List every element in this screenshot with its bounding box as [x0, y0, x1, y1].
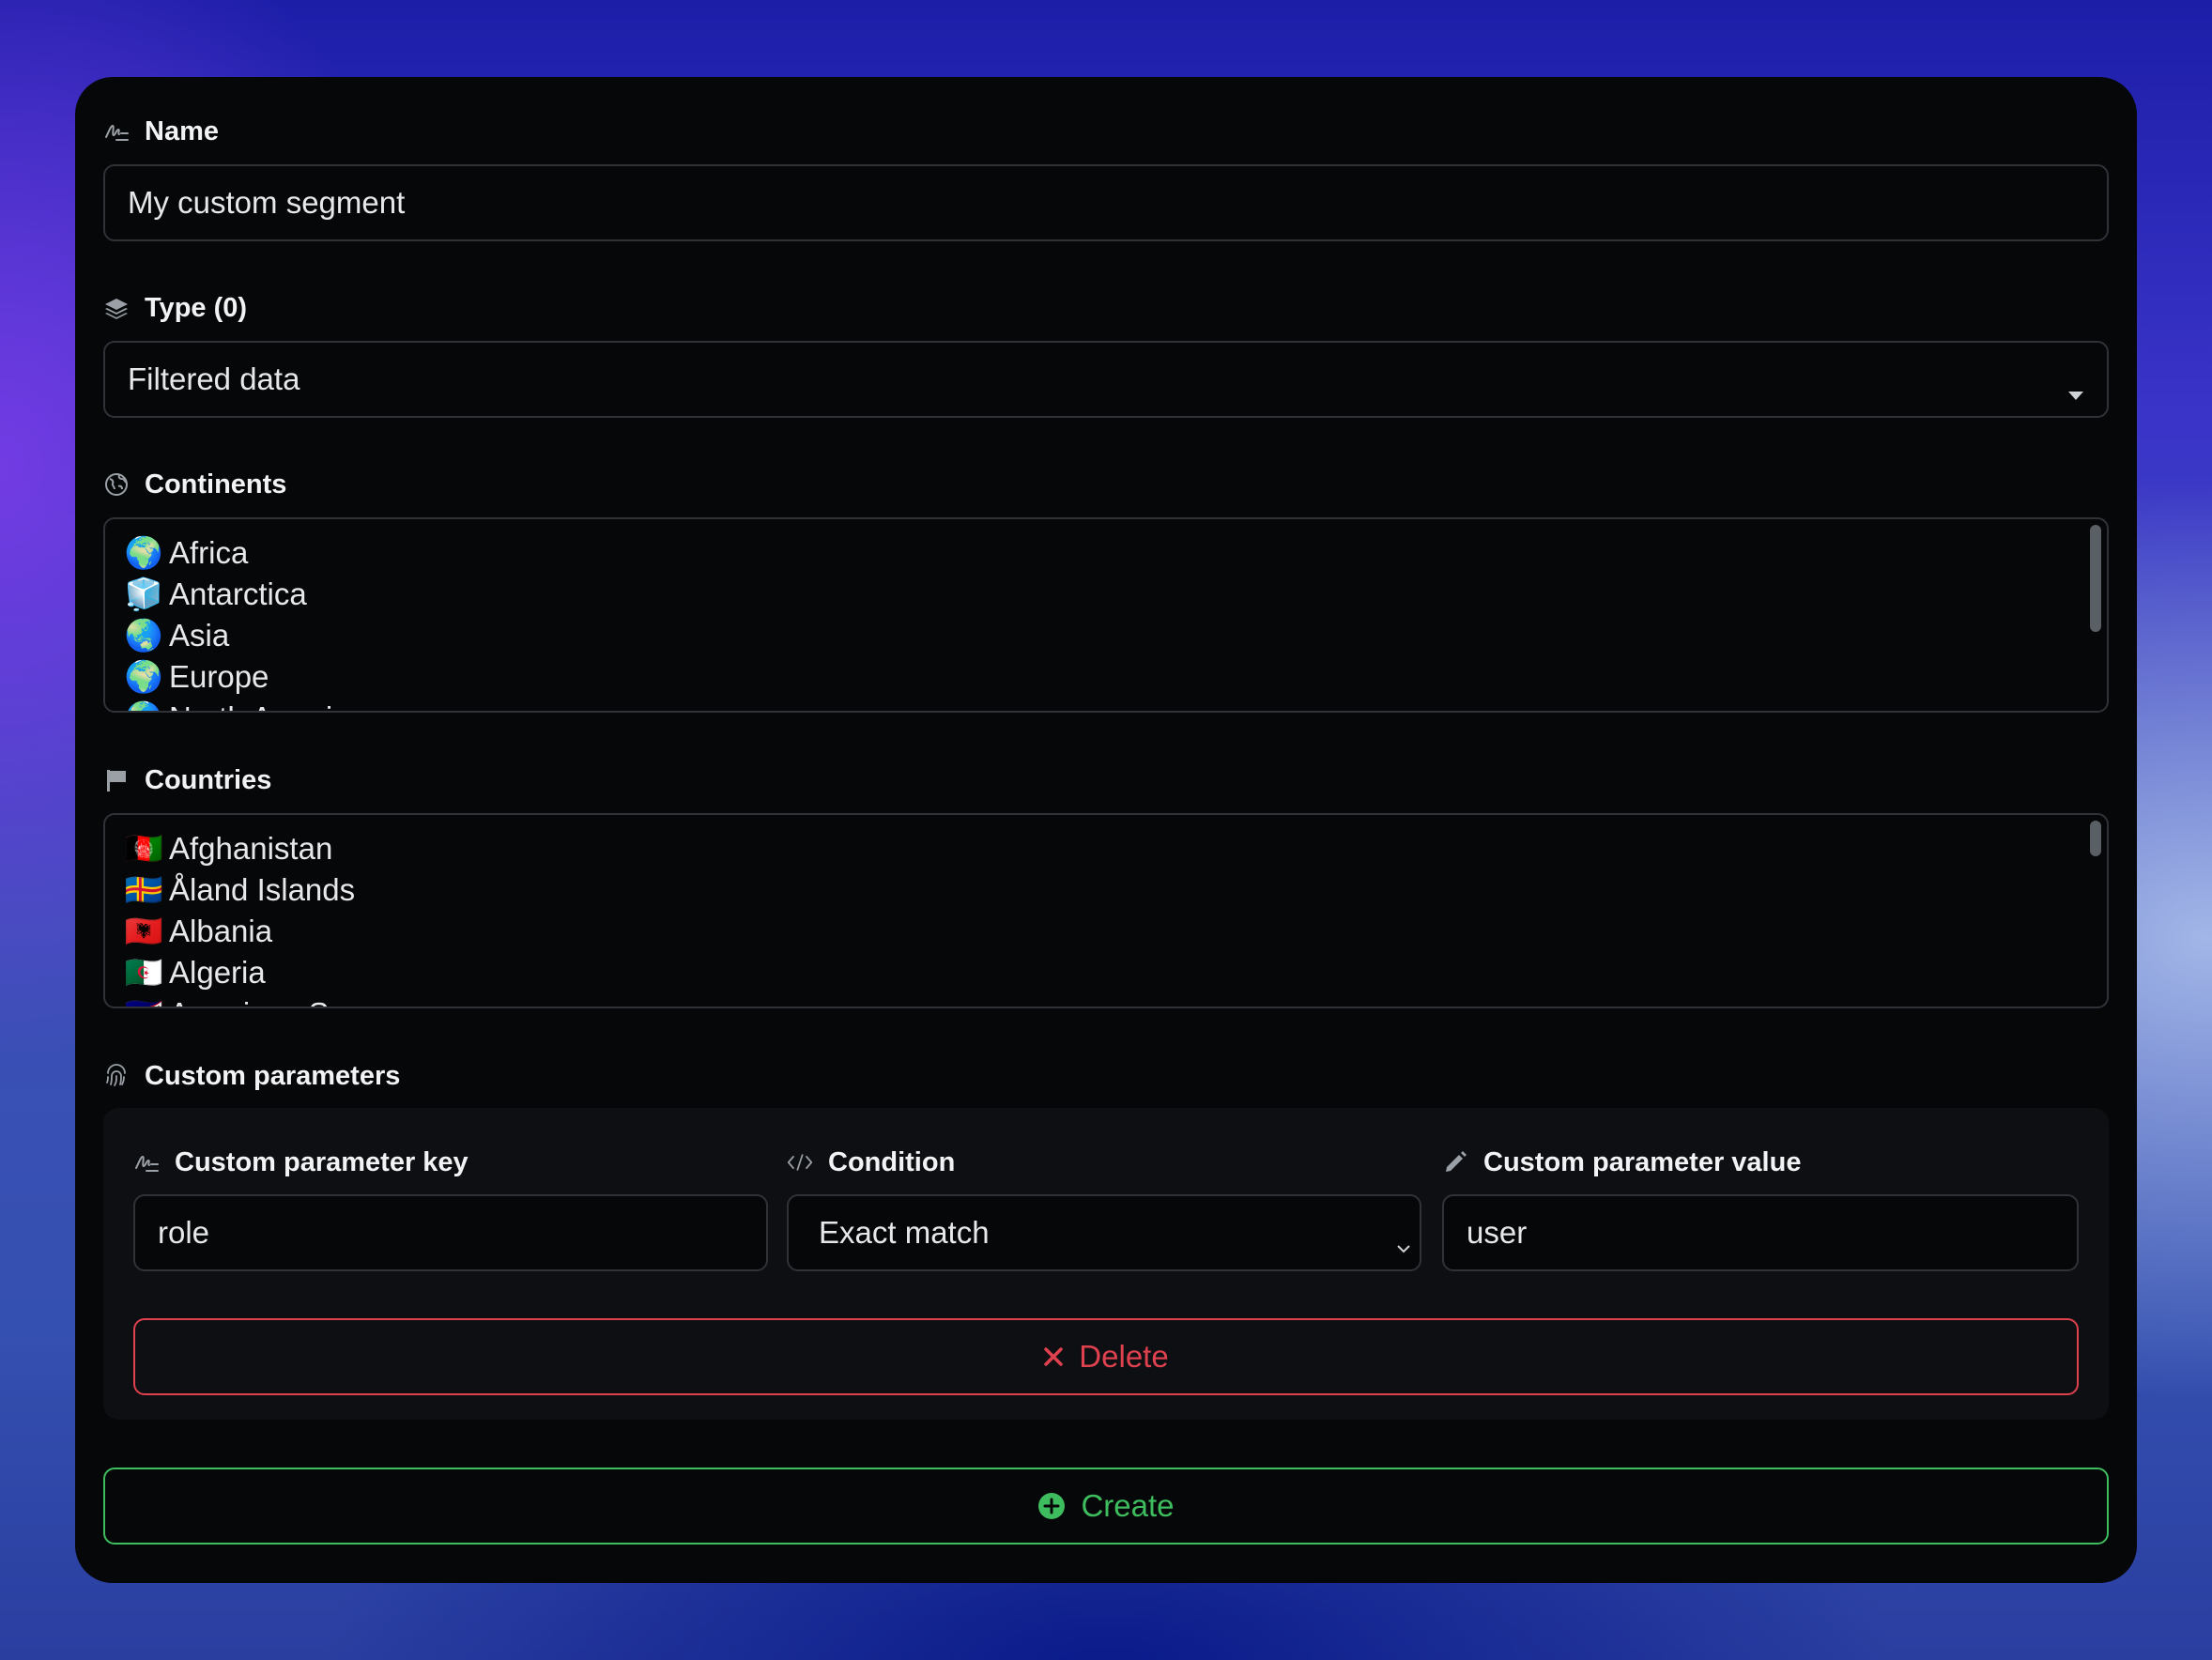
globe-africa-icon: 🌍: [124, 534, 163, 570]
continent-option-asia[interactable]: 🌏 Asia: [124, 615, 365, 656]
countries-label: Countries: [145, 764, 272, 795]
custom-parameter-key-label-row: Custom parameter key: [133, 1144, 469, 1181]
country-option-label: Albania: [169, 914, 273, 948]
type-select[interactable]: Filtered data: [103, 341, 2109, 418]
pencil-icon: [1442, 1149, 1468, 1176]
condition-label-row: Condition: [787, 1144, 955, 1181]
globe-americas-icon: 🌎: [124, 700, 162, 712]
countries-listbox[interactable]: 🇦🇫 Afghanistan 🇦🇽 Åland Islands 🇦🇱 Alban…: [103, 813, 2109, 1008]
globe-asia-icon: 🌏: [124, 617, 163, 653]
custom-parameter-value-label: Custom parameter value: [1483, 1146, 1802, 1177]
continent-option-antarctica[interactable]: 🧊 Antarctica: [124, 574, 365, 615]
plus-circle-icon: [1037, 1492, 1066, 1520]
name-label: Name: [145, 115, 219, 146]
flag-afghanistan-icon: 🇦🇫: [124, 830, 163, 866]
countries-scrollbar[interactable]: [2090, 821, 2101, 856]
type-select-value: Filtered data: [128, 361, 300, 396]
condition-label: Condition: [828, 1146, 956, 1177]
countries-label-row: Countries: [103, 761, 271, 799]
fingerprint-icon: [103, 1063, 130, 1089]
continent-option-africa[interactable]: 🌍 Africa: [124, 532, 365, 574]
custom-parameters-label: Custom parameters: [145, 1060, 401, 1091]
country-option-aland-islands[interactable]: 🇦🇽 Åland Islands: [124, 869, 407, 911]
close-icon: [1043, 1346, 1064, 1367]
continent-option-label: North America: [169, 700, 365, 711]
layers-icon: [103, 295, 130, 321]
condition-select[interactable]: Exact match: [787, 1194, 1421, 1271]
country-option-label: American Samoa: [169, 996, 407, 1007]
code-icon: [787, 1149, 813, 1176]
continents-scrollbar[interactable]: [2090, 525, 2101, 632]
continents-label-row: Continents: [103, 466, 286, 503]
country-option-american-samoa[interactable]: 🇦🇸 American Samoa: [124, 993, 407, 1007]
continent-option-north-america[interactable]: 🌎 North America: [124, 698, 365, 712]
country-option-label: Algeria: [169, 955, 266, 990]
globe-europe-icon: 🌍: [124, 658, 163, 694]
continent-option-label: Asia: [169, 618, 230, 653]
name-input-value: My custom segment: [128, 185, 406, 220]
country-option-algeria[interactable]: 🇩🇿 Algeria: [124, 952, 407, 993]
continent-option-label: Europe: [169, 659, 269, 694]
name-label-row: Name: [103, 113, 219, 150]
type-label: Type (0): [145, 292, 248, 323]
custom-parameter-value-label-row: Custom parameter value: [1442, 1144, 1801, 1181]
country-option-label: Åland Islands: [169, 872, 356, 907]
condition-select-value: Exact match: [819, 1215, 990, 1250]
custom-parameter-value-value: user: [1467, 1215, 1528, 1250]
continents-listbox[interactable]: 🌍 Africa 🧊 Antarctica 🌏 Asia 🌍 Europe 🌎 …: [103, 517, 2109, 713]
continent-option-label: Antarctica: [169, 576, 307, 611]
type-label-row: Type (0): [103, 289, 247, 327]
chevron-down-icon: [1395, 1226, 1412, 1262]
country-option-afghanistan[interactable]: 🇦🇫 Afghanistan: [124, 828, 407, 869]
custom-parameters-label-row: Custom parameters: [103, 1057, 400, 1095]
create-button-label: Create: [1081, 1488, 1175, 1523]
signature-icon: [133, 1149, 160, 1176]
continents-label: Continents: [145, 469, 287, 500]
custom-parameter-key-value: role: [158, 1215, 210, 1250]
globe-icon: [103, 471, 130, 498]
signature-icon: [103, 118, 130, 145]
continent-option-label: Africa: [169, 535, 249, 570]
segment-form-card: Name My custom segment Type (0) Filtered…: [75, 77, 2137, 1583]
flag-american-samoa-icon: 🇦🇸: [124, 996, 162, 1007]
flag-albania-icon: 🇦🇱: [124, 913, 163, 948]
ice-cube-icon: 🧊: [124, 576, 163, 611]
country-option-albania[interactable]: 🇦🇱 Albania: [124, 911, 407, 952]
custom-parameter-key-label: Custom parameter key: [175, 1146, 469, 1177]
custom-parameter-value-input[interactable]: user: [1442, 1194, 2079, 1271]
flag-algeria-icon: 🇩🇿: [124, 954, 163, 990]
delete-button[interactable]: Delete: [133, 1318, 2079, 1395]
custom-parameter-panel: Custom parameter key role Condition Exac…: [103, 1108, 2109, 1420]
country-option-label: Afghanistan: [169, 831, 333, 866]
flag-aland-islands-icon: 🇦🇽: [124, 871, 163, 907]
create-button[interactable]: Create: [103, 1468, 2109, 1545]
custom-parameter-key-input[interactable]: role: [133, 1194, 768, 1271]
flag-icon: [103, 767, 130, 793]
continent-option-europe[interactable]: 🌍 Europe: [124, 656, 365, 698]
caret-down-icon: [2067, 374, 2084, 409]
delete-button-label: Delete: [1079, 1339, 1169, 1374]
name-input[interactable]: My custom segment: [103, 164, 2109, 241]
